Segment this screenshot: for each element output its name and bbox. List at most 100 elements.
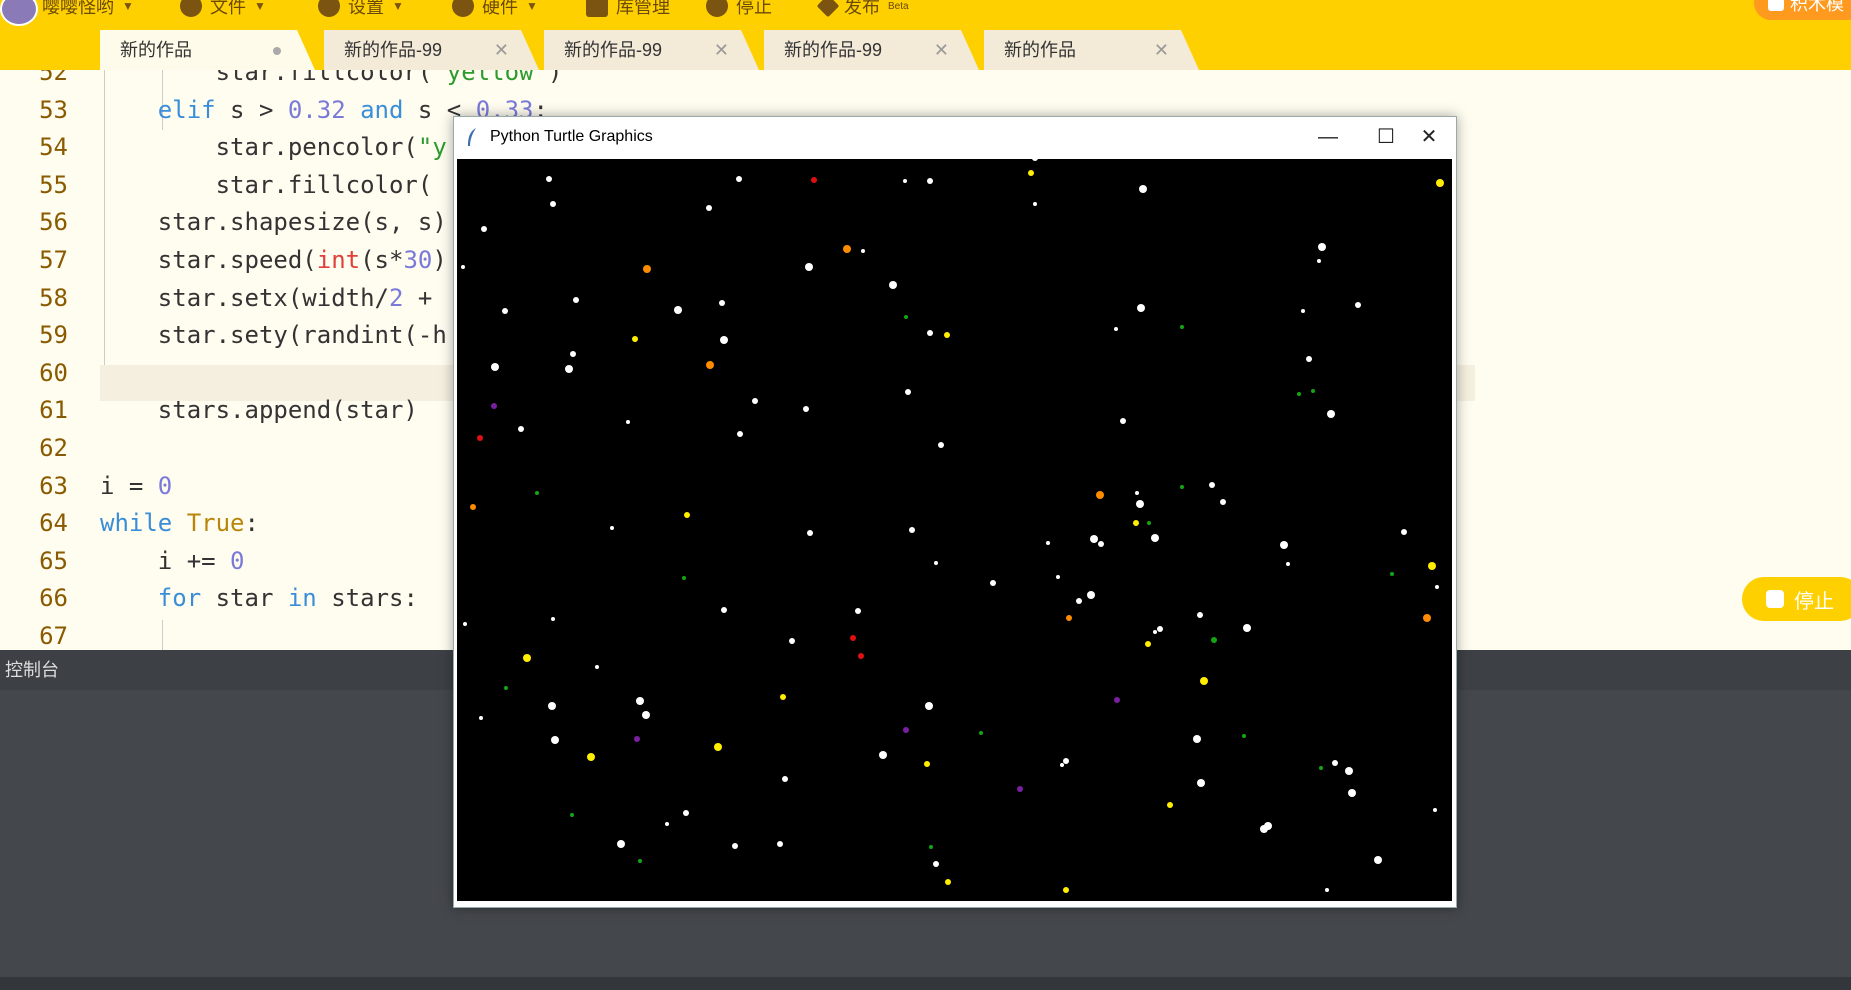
star-dot: [1200, 677, 1208, 685]
star-dot: [1063, 887, 1069, 893]
line-number: 61: [39, 396, 68, 425]
stop-icon: [706, 0, 728, 17]
block-mode-label: 积木模: [1790, 0, 1844, 14]
star-dot: [1306, 356, 1312, 362]
star-dot: [1264, 822, 1272, 830]
close-icon[interactable]: ✕: [714, 30, 729, 70]
minimize-button[interactable]: —: [1299, 117, 1357, 157]
star-dot: [1157, 626, 1163, 632]
star-dot: [570, 351, 576, 357]
star-dot: [1137, 304, 1145, 312]
status-bar: [0, 977, 1851, 990]
line-number: 65: [39, 546, 68, 575]
star-dot: [504, 686, 508, 690]
star-dot: [1311, 389, 1315, 393]
star-dot: [502, 308, 508, 314]
folder-icon: [180, 0, 202, 17]
settings-menu-label: 设置: [348, 0, 384, 17]
publish-icon: [816, 0, 840, 18]
star-dot: [632, 336, 638, 342]
star-dot: [706, 205, 712, 211]
star-dot: [1120, 418, 1126, 424]
star-dot: [737, 431, 743, 437]
star-dot: [789, 638, 795, 644]
star-dot: [934, 561, 938, 565]
stop-button-label: 停止: [1794, 590, 1834, 613]
tab-label: 新的作品-99: [344, 40, 443, 60]
star-dot: [1436, 179, 1444, 187]
user-menu[interactable]: 嘤嘤怪哟 ▼: [42, 0, 134, 18]
star-dot: [803, 406, 809, 412]
star-dot: [1435, 585, 1439, 589]
tab-new-work-99[interactable]: 新的作品-99 ✕: [324, 30, 539, 70]
chevron-down-icon: ▼: [392, 0, 404, 13]
star-dot: [903, 179, 907, 183]
file-menu[interactable]: 文件 ▼: [180, 0, 266, 18]
block-mode-button[interactable]: 积木模: [1754, 0, 1851, 20]
star-dot: [1096, 491, 1104, 499]
tab-new-work-99[interactable]: 新的作品-99 ✕: [764, 30, 979, 70]
stop-menu[interactable]: 停止: [706, 0, 772, 18]
close-icon[interactable]: ✕: [494, 30, 509, 70]
close-button[interactable]: ✕: [1400, 117, 1458, 157]
star-dot: [1028, 170, 1034, 176]
star-dot: [587, 753, 595, 761]
publish-menu[interactable]: 发布 Beta: [816, 0, 909, 18]
code-line: star.setx(width/2 +: [100, 283, 433, 312]
line-number: 58: [39, 283, 68, 312]
hardware-menu[interactable]: 硬件 ▼: [452, 0, 538, 18]
tab-new-work[interactable]: 新的作品 ✕: [984, 30, 1199, 70]
file-tab-bar: 新的作品 新的作品-99 ✕ 新的作品-99 ✕ 新的作品-99 ✕ 新的作品 ✕: [0, 30, 1851, 70]
line-number: 67: [39, 622, 68, 650]
tab-label: 新的作品-99: [564, 40, 663, 60]
star-dot: [780, 694, 786, 700]
star-dot: [1066, 615, 1072, 621]
settings-menu[interactable]: 设置 ▼: [318, 0, 404, 18]
code-line: for star in stars:: [157, 584, 418, 613]
star-dot: [636, 697, 644, 705]
tab-new-work[interactable]: 新的作品: [100, 30, 315, 70]
star-dot: [944, 332, 950, 338]
star-dot: [610, 526, 614, 530]
star-dot: [805, 263, 813, 271]
code-line: i = 0: [100, 471, 173, 500]
star-dot: [1032, 159, 1038, 161]
star-dot: [1197, 612, 1203, 618]
star-dot: [1193, 735, 1201, 743]
code-line: while True:: [100, 509, 259, 538]
turtle-graphics-window[interactable]: Python Turtle Graphics — ☐ ✕: [453, 116, 1457, 908]
window-titlebar[interactable]: Python Turtle Graphics — ☐ ✕: [454, 117, 1456, 157]
close-icon[interactable]: ✕: [934, 30, 949, 70]
star-dot: [595, 665, 599, 669]
line-number: 59: [39, 321, 68, 350]
star-dot: [933, 861, 939, 867]
code-line: star.speed(int(s*30): [100, 246, 447, 274]
line-number: 56: [39, 208, 68, 237]
star-dot: [1017, 786, 1023, 792]
window-title: Python Turtle Graphics: [490, 128, 653, 145]
star-dot: [1133, 520, 1139, 526]
library-menu[interactable]: 库管理: [586, 0, 670, 18]
star-dot: [1374, 856, 1382, 864]
star-dot: [634, 736, 640, 742]
avatar[interactable]: [0, 0, 38, 26]
star-dot: [1401, 529, 1407, 535]
library-menu-label: 库管理: [616, 0, 670, 17]
tab-new-work-99[interactable]: 新的作品-99 ✕: [544, 30, 759, 70]
line-number: 64: [39, 509, 68, 538]
close-icon[interactable]: ✕: [1154, 30, 1169, 70]
line-number-gutter: 52 53 54 55 56 57 58 59 60 61 62 63 64 65 66 67: [0, 70, 100, 650]
star-dot: [1318, 243, 1326, 251]
stop-button[interactable]: 停止: [1742, 577, 1851, 621]
code-line: i += 0: [100, 546, 245, 575]
feather-icon: [468, 128, 476, 146]
code-line: star.fillcolor(: [100, 170, 433, 199]
chevron-down-icon: ▼: [526, 0, 538, 13]
star-dot: [643, 265, 651, 273]
star-dot: [551, 736, 559, 744]
star-dot: [1220, 499, 1226, 505]
star-dot: [938, 442, 944, 448]
star-dot: [573, 297, 579, 303]
star-dot: [1325, 888, 1329, 892]
star-dot: [858, 653, 864, 659]
